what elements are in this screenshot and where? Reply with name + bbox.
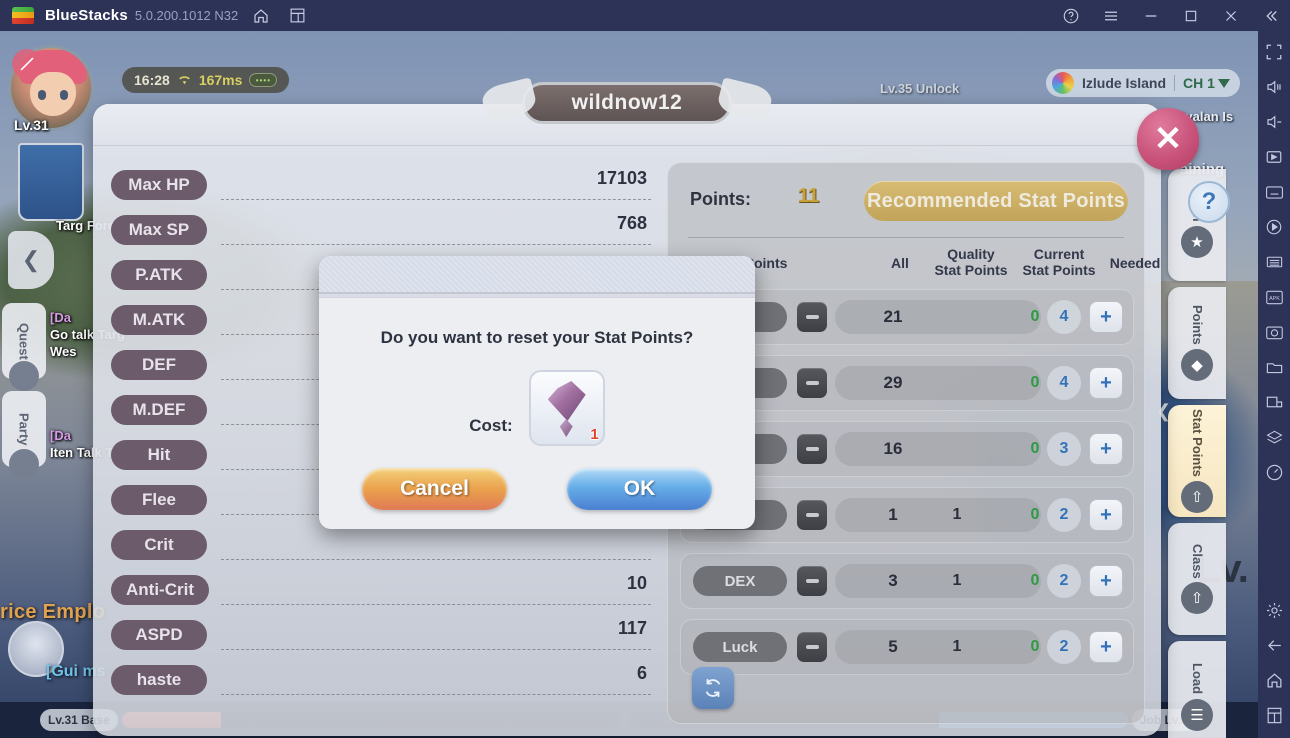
- minimize-icon[interactable]: [1138, 3, 1164, 29]
- macro-icon[interactable]: [1263, 216, 1285, 238]
- bluestacks-logo-icon: [12, 6, 34, 25]
- menu-icon[interactable]: [1098, 3, 1124, 29]
- dialog-cost-row: Cost: 1: [319, 370, 755, 446]
- fullscreen-icon[interactable]: [1263, 41, 1285, 63]
- volume-up-icon[interactable]: [1263, 76, 1285, 98]
- help-icon[interactable]: [1058, 3, 1084, 29]
- ok-button[interactable]: OK: [567, 468, 712, 510]
- multi-instance-icon[interactable]: [284, 3, 310, 29]
- bluestacks-titlebar: BlueStacks 5.0.200.1012 N32: [0, 0, 1290, 31]
- volume-down-icon[interactable]: [1263, 111, 1285, 133]
- app-name: BlueStacks: [45, 7, 128, 24]
- window-resize-icon[interactable]: [1263, 391, 1285, 413]
- back-icon[interactable]: [1263, 634, 1285, 656]
- collapse-sidebar-icon[interactable]: [1258, 3, 1284, 29]
- layers-icon[interactable]: [1263, 426, 1285, 448]
- game-viewport[interactable]: Lv.31 ❮ Quest Party Targ Fore [Da Go tal…: [0, 31, 1258, 738]
- cost-item-quantity: 1: [590, 426, 599, 443]
- dialog-buttons: Cancel OK: [319, 468, 755, 510]
- settings-icon[interactable]: [1263, 599, 1285, 621]
- reset-stat-points-dialog: Do you want to reset your Stat Points? C…: [319, 256, 755, 529]
- performance-icon[interactable]: [1263, 461, 1285, 483]
- media-manager-icon[interactable]: [1263, 356, 1285, 378]
- recents-icon[interactable]: [1263, 704, 1285, 726]
- screenshot-icon[interactable]: [1263, 321, 1285, 343]
- keymapping-icon[interactable]: [1263, 146, 1285, 168]
- dialog-header: [319, 256, 755, 294]
- cancel-button[interactable]: Cancel: [362, 468, 507, 510]
- multi-instance-manager-icon[interactable]: [1263, 251, 1285, 273]
- modal-overlay: Do you want to reset your Stat Points? C…: [0, 31, 1258, 738]
- crystal-icon: [544, 381, 590, 437]
- dialog-header-underline: [319, 294, 755, 298]
- screen-root: BlueStacks 5.0.200.1012 N32 Lv.31 ❮ Ques…: [0, 0, 1290, 738]
- bluestacks-sidebar: APK: [1258, 31, 1290, 738]
- svg-text:APK: APK: [1269, 295, 1280, 301]
- apk-install-icon[interactable]: APK: [1263, 286, 1285, 308]
- maximize-icon[interactable]: [1178, 3, 1204, 29]
- cost-label: Cost:: [469, 416, 513, 435]
- cost-item-slot[interactable]: 1: [528, 370, 605, 446]
- home-icon[interactable]: [248, 3, 274, 29]
- keyboard-icon[interactable]: [1263, 181, 1285, 203]
- app-version: 5.0.200.1012 N32: [134, 8, 239, 23]
- dialog-message: Do you want to reset your Stat Points?: [380, 328, 694, 347]
- home-icon[interactable]: [1263, 669, 1285, 691]
- titlebar-window-controls: [1044, 0, 1284, 31]
- close-icon[interactable]: [1218, 3, 1244, 29]
